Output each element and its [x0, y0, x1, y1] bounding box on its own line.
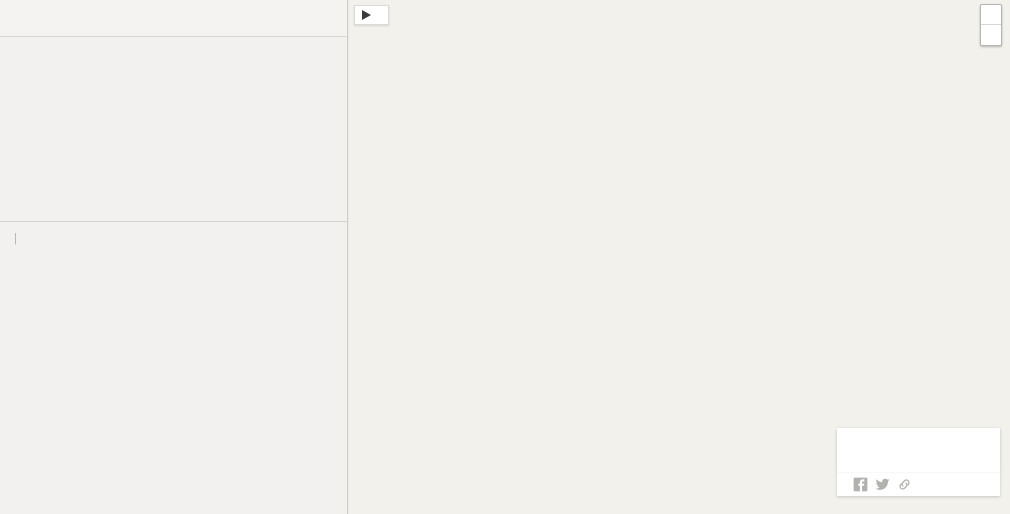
facebook-icon[interactable] [853, 477, 868, 492]
zoom-in-button[interactable] [981, 5, 1001, 25]
sidebar: | [0, 0, 348, 514]
legend-tick-labels [846, 455, 991, 469]
play-icon [362, 10, 371, 20]
map-canvas[interactable] [349, 0, 1010, 514]
results-panel: | [0, 221, 347, 514]
chart-svg [10, 258, 337, 458]
play-timelapse-button[interactable] [354, 5, 389, 25]
link-icon[interactable] [897, 477, 912, 492]
homicide-map-app: | [0, 0, 1010, 514]
legend-gradient-bar [846, 438, 991, 455]
result-links: | [10, 233, 337, 245]
sidebar-header [0, 0, 347, 37]
zoom-out-button[interactable] [981, 25, 1001, 45]
twitter-icon[interactable] [875, 477, 890, 492]
link-separator: | [14, 233, 17, 245]
share-this-view [837, 473, 1000, 496]
quadrant-line-chart [10, 258, 337, 458]
zoom-controls[interactable] [980, 4, 1002, 46]
map-legend [837, 428, 1000, 473]
